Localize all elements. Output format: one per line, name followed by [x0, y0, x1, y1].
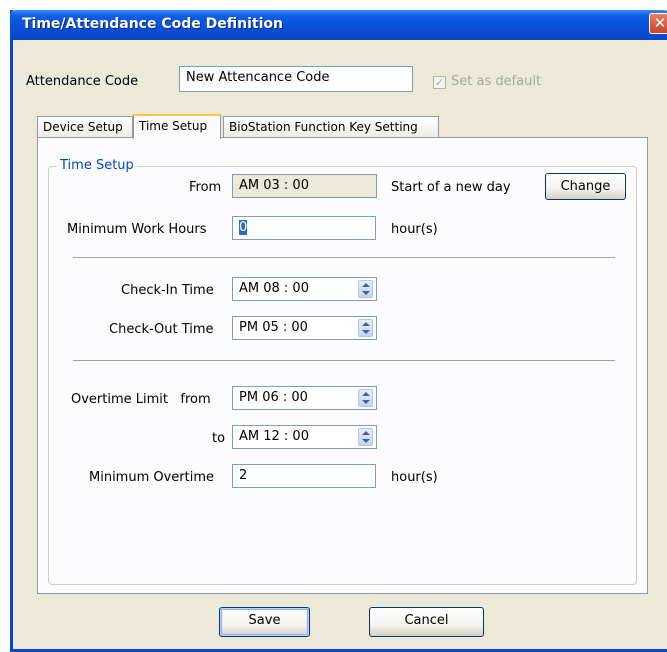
window-title: Time/Attendance Code Definition [22, 16, 283, 32]
close-icon: ✕ [653, 14, 667, 32]
cancel-button[interactable]: Cancel [369, 607, 484, 637]
set-default-checkbox[interactable]: ✓ [433, 76, 446, 89]
time-setup-group: Time Setup From AM 03 : 00 Start of a ne… [48, 158, 637, 585]
overtime-to-label: to [212, 431, 226, 446]
tab-device-setup-label: Device Setup [43, 120, 123, 134]
tab-time-setup[interactable]: Time Setup [133, 114, 221, 139]
new-day-text: Start of a new day [391, 180, 511, 195]
overtime-from-input[interactable]: PM 06 : 00 [232, 386, 377, 410]
dialog-window: Time/Attendance Code Definition ✕ Attend… [10, 10, 667, 652]
change-button[interactable]: Change [545, 173, 626, 200]
checkout-time-value: PM 05 : 00 [239, 320, 308, 335]
attendance-code-label: Attendance Code [26, 74, 139, 89]
close-button[interactable]: ✕ [649, 13, 667, 34]
tab-time-setup-label: Time Setup [139, 119, 208, 133]
min-work-hours-value: 0 [239, 220, 248, 235]
group-title: Time Setup [57, 158, 137, 173]
overtime-from-label: Overtime Limit from [71, 392, 211, 407]
day-start-time-field: AM 03 : 00 [232, 174, 377, 198]
day-start-time-value: AM 03 : 00 [239, 178, 309, 193]
min-overtime-value: 2 [239, 468, 248, 483]
tab-biostation-label: BioStation Function Key Setting [229, 120, 418, 134]
attendance-code-value: New Attencance Code [186, 70, 330, 85]
overtime-from-value: PM 06 : 00 [239, 390, 308, 405]
save-button[interactable]: Save [219, 607, 310, 637]
separator-1 [73, 257, 615, 259]
checkin-time-input[interactable]: AM 08 : 00 [232, 277, 377, 301]
overtime-hours-unit-label: hour(s) [391, 470, 438, 485]
spinner-icon[interactable] [358, 389, 373, 407]
title-bar[interactable]: Time/Attendance Code Definition ✕ [10, 10, 667, 40]
save-button-label: Save [248, 613, 281, 628]
hours-unit-label: hour(s) [391, 222, 438, 237]
tab-device-setup[interactable]: Device Setup [37, 116, 133, 138]
change-button-label: Change [560, 179, 611, 194]
attendance-code-input[interactable]: New Attencance Code [179, 66, 413, 92]
overtime-to-value: AM 12 : 00 [239, 429, 309, 444]
time-setup-panel: Time Setup From AM 03 : 00 Start of a ne… [37, 137, 648, 594]
spinner-icon[interactable] [358, 280, 373, 298]
tab-biostation-function-key[interactable]: BioStation Function Key Setting [223, 116, 439, 138]
set-default-label: Set as default [451, 74, 542, 89]
overtime-to-input[interactable]: AM 12 : 00 [232, 425, 377, 449]
separator-2 [73, 360, 615, 362]
checkout-time-input[interactable]: PM 05 : 00 [232, 316, 377, 340]
spinner-icon[interactable] [358, 319, 373, 337]
min-work-hours-label: Minimum Work Hours [67, 222, 207, 237]
checkout-label: Check-Out Time [109, 322, 214, 337]
checkin-time-value: AM 08 : 00 [239, 281, 309, 296]
cancel-button-label: Cancel [404, 613, 449, 628]
spinner-icon[interactable] [358, 428, 373, 446]
min-work-hours-input[interactable]: 0 [232, 216, 376, 240]
checkbox-checked-icon: ✓ [434, 76, 445, 89]
min-overtime-input[interactable]: 2 [232, 464, 376, 488]
min-overtime-label: Minimum Overtime [89, 470, 215, 485]
from-label: From [189, 180, 222, 195]
checkin-label: Check-In Time [121, 283, 214, 298]
